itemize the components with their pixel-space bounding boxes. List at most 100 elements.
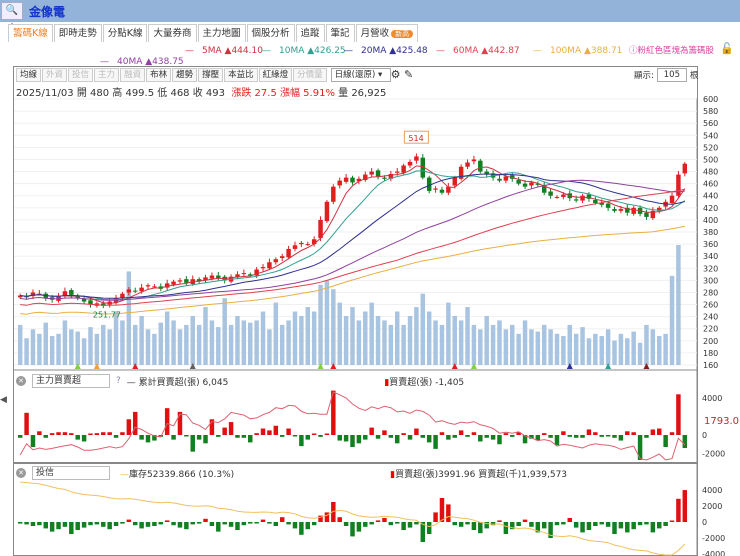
flow-bar bbox=[657, 522, 662, 529]
panel2-legend-bar: ▮買賣超(張)3991.96 買賣超(千)1,939,573 bbox=[390, 469, 568, 480]
panel2-legend-inv: —庫存52339.866 (10.3%) bbox=[120, 469, 235, 480]
flow-bar bbox=[286, 428, 291, 435]
flow-bar bbox=[497, 435, 502, 445]
volume-bar bbox=[471, 324, 477, 365]
flow-bar bbox=[663, 435, 668, 448]
volume-bar bbox=[650, 329, 656, 365]
volume-bar bbox=[331, 289, 336, 365]
flow-bar bbox=[37, 522, 42, 526]
close-panel-icon[interactable]: ✕ bbox=[16, 376, 26, 386]
candle-body bbox=[522, 183, 528, 187]
candle-body bbox=[682, 163, 688, 174]
flow-bar bbox=[356, 522, 362, 532]
candle-body bbox=[478, 160, 483, 172]
flow-bar bbox=[407, 435, 413, 440]
flow-bar bbox=[605, 435, 611, 437]
candle-body bbox=[279, 256, 285, 259]
flow-bar bbox=[248, 435, 253, 443]
volume-bar bbox=[446, 302, 451, 365]
flow-bar bbox=[644, 435, 649, 438]
flow-bar bbox=[164, 408, 170, 435]
flow-bar bbox=[62, 432, 68, 435]
flow-bar bbox=[158, 522, 164, 525]
y-tick-label: -2000 bbox=[702, 450, 725, 459]
flow-bar bbox=[43, 435, 48, 438]
volume-bar bbox=[663, 333, 668, 365]
candle-body bbox=[516, 180, 521, 184]
volume-bar bbox=[350, 307, 355, 365]
volume-bar bbox=[94, 333, 100, 365]
candle-body bbox=[580, 195, 585, 201]
flow-bar bbox=[382, 518, 387, 522]
candle-body bbox=[126, 289, 132, 293]
flow-bar bbox=[414, 522, 419, 525]
close-panel-icon[interactable]: ✕ bbox=[16, 468, 26, 478]
volume-bar bbox=[132, 324, 138, 365]
candle-body bbox=[593, 199, 598, 203]
volume-bar bbox=[152, 333, 157, 365]
volume-bar bbox=[30, 329, 36, 365]
candle-body bbox=[605, 203, 611, 208]
candle-body bbox=[612, 209, 617, 211]
flow-bar bbox=[337, 517, 342, 522]
flow-bar bbox=[388, 522, 394, 526]
volume-bar bbox=[452, 315, 457, 365]
flow-bar bbox=[145, 522, 151, 527]
flow-bar bbox=[637, 522, 643, 526]
volume-bar bbox=[343, 315, 349, 365]
y-tick-label: 520 bbox=[703, 143, 718, 152]
flow-bar bbox=[573, 522, 579, 528]
flow-bar bbox=[305, 435, 311, 440]
flow-bar bbox=[625, 431, 630, 435]
flow-bar bbox=[676, 394, 681, 435]
volume-bar bbox=[676, 245, 681, 365]
volume-bar bbox=[510, 324, 515, 365]
flow-bar bbox=[190, 435, 195, 452]
volume-bar bbox=[516, 333, 521, 365]
y-tick-label: 480 bbox=[703, 168, 718, 177]
flow-bar bbox=[394, 522, 400, 524]
candle-body bbox=[171, 281, 176, 285]
volume-bar bbox=[75, 331, 80, 365]
volume-bar bbox=[356, 320, 362, 365]
flow-bar bbox=[586, 522, 592, 530]
help-icon[interactable]: ? bbox=[116, 376, 121, 386]
flow-bar bbox=[369, 522, 374, 525]
flow-bar bbox=[663, 522, 668, 526]
volume-bar bbox=[260, 311, 266, 365]
flow-bar bbox=[471, 522, 477, 530]
candle-body bbox=[184, 279, 189, 283]
volume-bar bbox=[184, 324, 189, 365]
flow-bar bbox=[458, 522, 464, 527]
panel1-select[interactable]: 主力買賣超 bbox=[32, 374, 110, 388]
y-tick-label: 220 bbox=[703, 325, 718, 334]
flow-bar bbox=[567, 518, 573, 522]
volume-bar bbox=[88, 327, 93, 365]
flow-bar bbox=[299, 522, 304, 535]
panel1-legend-bar: ▮買賣超(張) -1,405 bbox=[384, 377, 465, 388]
candle-body bbox=[401, 165, 406, 173]
volume-bar bbox=[426, 311, 432, 365]
flow-bar bbox=[561, 522, 566, 525]
flow-bar bbox=[286, 522, 291, 525]
volume-bar bbox=[235, 315, 240, 365]
volume-bar bbox=[203, 307, 208, 365]
flow-bar bbox=[228, 522, 234, 527]
flow-bar bbox=[273, 522, 279, 526]
volume-bar bbox=[126, 271, 132, 365]
candle-body bbox=[69, 290, 74, 295]
volume-bar bbox=[458, 320, 464, 365]
volume-bar bbox=[503, 329, 509, 365]
flow-bar bbox=[260, 428, 266, 435]
panel2-select[interactable]: 投信 bbox=[32, 466, 110, 480]
flow-bar bbox=[350, 522, 355, 537]
flow-bar bbox=[375, 435, 381, 439]
flow-bar bbox=[618, 522, 624, 529]
flow-bar bbox=[369, 427, 374, 435]
flow-bar bbox=[216, 435, 221, 437]
volume-bar bbox=[196, 324, 202, 365]
volume-bar bbox=[535, 331, 541, 365]
y-tick-label: 540 bbox=[703, 131, 718, 140]
flow-bar bbox=[30, 435, 36, 448]
flow-bar bbox=[478, 522, 483, 534]
